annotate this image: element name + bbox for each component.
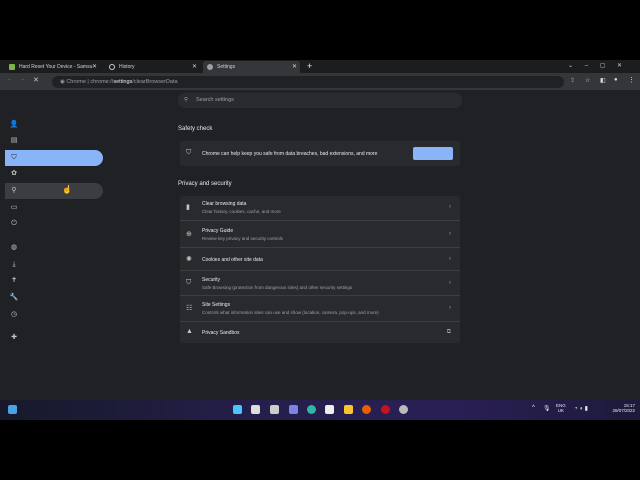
widgets-icon[interactable] [8,405,17,414]
address-prefix: Chrome [66,79,86,85]
tab-title: Settings [217,64,236,70]
shield-icon[interactable]: ⛉ [8,154,20,162]
autofill-icon[interactable]: ▤ [8,137,20,145]
opera-icon[interactable] [381,405,390,414]
download-icon[interactable]: ⤓ [8,261,20,269]
safety-check-heading: Safety check [178,126,213,132]
privacy-row[interactable]: ✺ Cookies and other site data › [180,247,460,270]
search-icon: ⚲ [184,97,189,103]
address-sep: | [87,79,89,85]
row-subtitle: Review key privacy and security controls [202,235,284,241]
stop-button[interactable]: ✕ [33,76,39,84]
row-title: Privacy Sandbox [202,330,240,336]
edge-icon[interactable] [307,405,316,414]
tab-hard-reset[interactable]: Hard Reset Your Device - Samsu ✕ [5,61,100,73]
share-icon[interactable]: ⇪ [570,77,575,84]
privacy-row[interactable]: ▮ Clear browsing data Clear history, cooki… [180,196,460,220]
sandbox-icon: ▲ [186,328,193,335]
network-volume-battery-icon[interactable]: ◔ ◖ ▮ [574,405,588,412]
safety-check-text: Chrome can help keep you safe from data … [202,151,378,157]
search-placeholder: Search settings [196,97,234,103]
row-title: Security [202,276,221,283]
tab-history[interactable]: History ✕ [105,61,200,73]
close-tab-icon[interactable]: ✕ [92,61,97,73]
globe-icon[interactable]: ◍ [8,244,20,252]
external-link-icon: ⧉ [446,329,451,335]
chevron-right-icon: › [449,279,451,286]
sliders-icon: ☷ [186,305,193,312]
trash-icon: ▮ [186,204,190,211]
window-controls[interactable]: ⌄ – ▢ ✕ [568,60,622,73]
date: 28/07/2022 [612,408,635,413]
row-title: Cookies and other site data [202,256,263,263]
tray-chevron-icon[interactable]: ^ [532,405,535,411]
privacy-heading: Privacy and security [178,181,232,187]
privacy-row[interactable]: ▲ Privacy Sandbox ⧉ [180,321,460,343]
privacy-row[interactable]: ⊕ Privacy Guide Review key privacy and sec… [180,220,460,247]
search-icon[interactable] [251,405,260,414]
chevron-right-icon: › [449,255,451,262]
forward-button[interactable]: → [19,76,26,83]
clock[interactable]: 15:17 28/07/2022 [607,403,635,413]
bookmark-star-icon[interactable]: ☆ [585,77,590,84]
gear-icon [207,64,213,70]
sidepanel-icon[interactable]: ◧ [600,77,606,84]
chrome-icon[interactable] [399,405,408,414]
address-scheme: chrome:// [90,79,114,85]
row-subtitle: Clear history, cookies, cache, and more [202,209,281,214]
history-icon [109,64,115,70]
close-tab-icon[interactable]: ✕ [292,61,297,73]
menu-icon[interactable]: ⋮ [628,76,635,84]
tab-title: Hard Reset Your Device - Samsu [19,64,93,70]
shield-icon: ⛉ [186,278,192,286]
search-icon[interactable]: ⚲ [8,187,20,195]
row-subtitle: Safe Browsing (protection from dangerous… [202,284,353,290]
person-icon[interactable]: 👤 [8,121,20,129]
check-now-button[interactable] [413,147,453,160]
row-title: Privacy Guide [202,227,234,234]
tab-settings[interactable]: Settings ✕ [203,61,300,73]
chevron-right-icon: › [449,305,451,311]
shield-check-icon: ⛉ [186,149,192,156]
chevron-right-icon: › [449,230,451,237]
task-view-icon[interactable] [270,405,279,414]
start-icon[interactable] [233,405,242,414]
cookie-icon: ✺ [186,255,192,263]
browser-icon[interactable]: ▭ [8,204,20,212]
address-host: settings [113,79,133,85]
accessibility-icon[interactable]: ✝ [8,277,20,285]
favicon-icon [9,64,15,70]
mic-icon[interactable]: 🎙 [543,405,551,412]
store-icon[interactable] [325,405,334,414]
new-tab-button[interactable]: + [307,60,312,73]
power-icon[interactable]: ⏻ [8,220,20,228]
row-title: Clear browsing data [202,201,247,207]
wrench-icon[interactable]: 🔧 [8,294,20,302]
privacy-card: ▮ Clear browsing data Clear history, cooki… [180,196,460,343]
file-explorer-icon[interactable] [344,405,353,414]
chevron-right-icon: › [449,204,451,210]
profile-icon[interactable]: ● [614,77,618,83]
cursor-hand-icon: ☝ [62,185,72,194]
search-input[interactable]: ⚲ Search settings [178,93,462,108]
row-title: Site Settings [202,302,231,308]
compass-icon: ⊕ [186,230,192,238]
privacy-row[interactable]: ☷ Site Settings Controls what information … [180,295,460,321]
firefox-icon[interactable] [362,405,371,414]
tab-title: History [119,64,135,70]
safety-check-card: ⛉ Chrome can help keep you safe from dat… [180,141,460,166]
address-bar[interactable]: ◉ Chrome | chrome://settings/clearBrowse… [52,76,564,88]
extensions-icon[interactable]: ✚ [8,334,20,342]
region: UK [557,408,565,413]
privacy-row[interactable]: ⛉ Security Safe Browsing (protection from … [180,270,460,295]
row-subtitle: Controls what information sites can use … [202,310,379,315]
palette-icon[interactable]: ✿ [8,170,20,178]
language-indicator[interactable]: ENG UK [556,403,566,413]
tab-strip: Hard Reset Your Device - Samsu ✕ History ✕… [0,60,640,73]
back-button[interactable]: ← [6,76,13,83]
close-tab-icon[interactable]: ✕ [192,61,197,73]
chat-icon[interactable] [289,405,298,414]
address-path: /clearBrowserData [132,79,178,85]
history-icon[interactable]: ◷ [8,311,20,319]
